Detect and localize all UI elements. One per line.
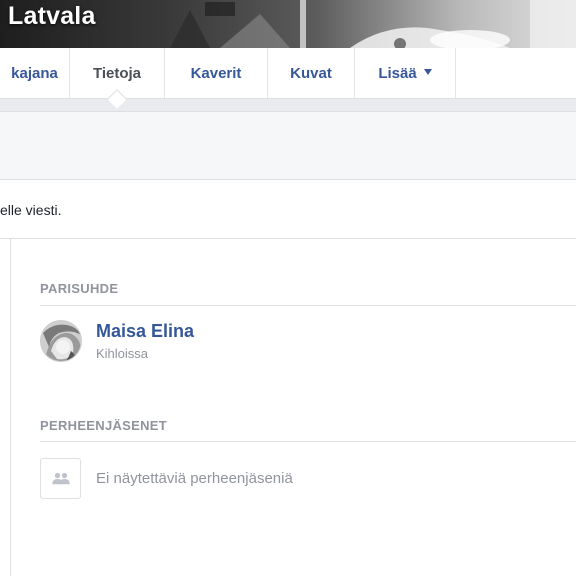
tab-label: Tietoja — [92, 64, 142, 82]
chevron-down-icon — [423, 69, 432, 75]
tab-label: Kaverit — [190, 64, 242, 82]
tab-label: Kuvat — [290, 64, 332, 82]
family-section-title: PERHEENJÄSENET — [40, 418, 168, 433]
notice-text: elle viesti. — [0, 202, 62, 218]
partner-name-link[interactable]: Maisa Elina — [96, 321, 194, 342]
message-notice: elle viesti. — [0, 180, 576, 239]
profile-page: Latvala kajana Tietoja Kaverit Kuvat Lis… — [0, 0, 576, 576]
tab-lisaa[interactable]: Lisää — [355, 48, 456, 98]
relationship-section-title: PARISUHDE — [40, 281, 119, 296]
relationship-status: Kihloissa — [96, 346, 149, 361]
card-divider — [10, 239, 11, 576]
family-placeholder — [40, 458, 81, 499]
partner-avatar[interactable] — [40, 320, 82, 362]
people-icon — [51, 472, 70, 484]
tab-kaverit[interactable]: Kaverit — [165, 48, 268, 98]
no-family-members-text: Ei näytettäviä perheenjäseniä — [96, 470, 293, 487]
section-divider — [40, 441, 576, 442]
composer-band — [0, 111, 576, 180]
partner-photo — [41, 321, 81, 361]
profile-name[interactable]: Latvala — [8, 2, 96, 31]
cover-image — [170, 0, 576, 48]
tab-label: Lisää — [378, 64, 417, 82]
cover-photo[interactable]: Latvala — [0, 0, 576, 48]
tab-kuvat[interactable]: Kuvat — [268, 48, 355, 98]
tab-aikajana[interactable]: kajana — [0, 48, 70, 98]
profile-tab-bar: kajana Tietoja Kaverit Kuvat Lisää — [0, 48, 576, 99]
tab-label: kajana — [11, 64, 58, 82]
section-divider — [40, 305, 576, 306]
